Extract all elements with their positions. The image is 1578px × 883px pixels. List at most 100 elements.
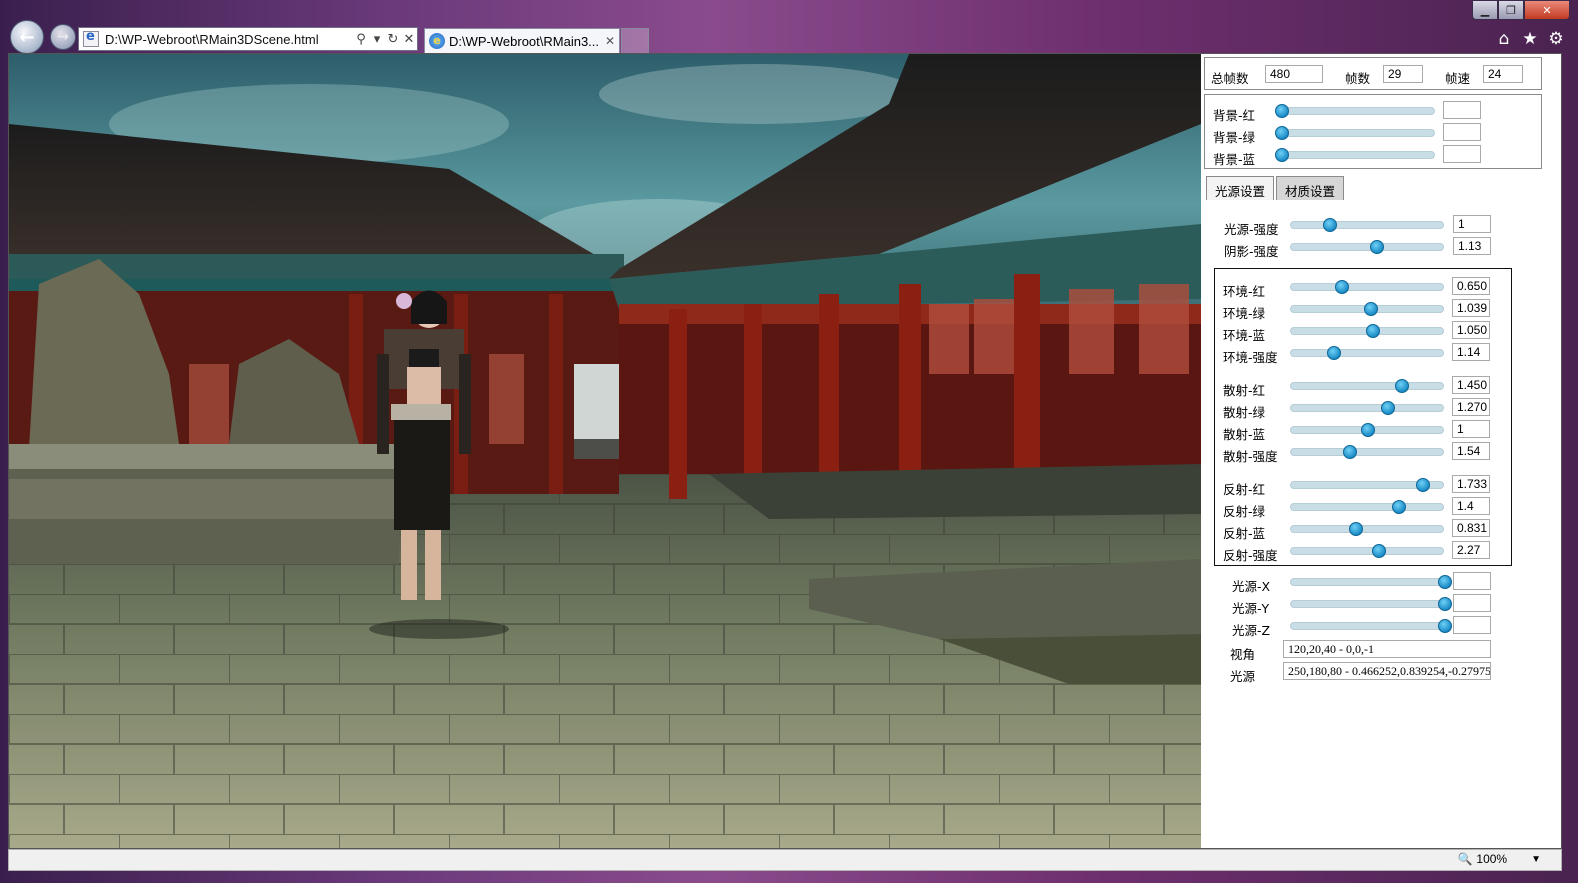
- search-icon[interactable]: ⚲: [353, 32, 369, 47]
- slider-value-input[interactable]: 1.54: [1452, 442, 1490, 460]
- slider-track[interactable]: [1290, 218, 1444, 232]
- slider-knob[interactable]: [1275, 148, 1289, 162]
- background-color-box: 背景-红 背景-绿 背景-蓝: [1204, 94, 1542, 169]
- slider-label: 环境-蓝: [1223, 328, 1266, 343]
- slider-knob[interactable]: [1438, 619, 1452, 633]
- chevron-down-icon[interactable]: ▼: [1531, 854, 1541, 865]
- slider-knob[interactable]: [1365, 324, 1380, 338]
- slider-value-input[interactable]: [1443, 123, 1481, 141]
- 3d-scene-viewport[interactable]: [9, 54, 1201, 848]
- slider-value-input[interactable]: [1443, 101, 1481, 119]
- slider-value-input[interactable]: 1.050: [1452, 321, 1490, 339]
- slider-track[interactable]: [1290, 280, 1444, 294]
- tab-light-settings[interactable]: 光源设置: [1206, 176, 1275, 200]
- slider-track[interactable]: [1290, 597, 1452, 611]
- slider-value-input[interactable]: 1.450: [1452, 376, 1490, 394]
- close-icon[interactable]: ✕: [401, 32, 417, 47]
- slider-value-input[interactable]: [1453, 594, 1491, 612]
- forward-button[interactable]: →: [50, 24, 76, 50]
- slider-knob[interactable]: [1371, 544, 1386, 558]
- view-input[interactable]: 120,20,40 - 0,0,-1: [1283, 640, 1491, 658]
- slider-track[interactable]: [1290, 575, 1452, 589]
- source-input[interactable]: 250,180,80 - 0.466252,0.839254,-0.27975: [1283, 662, 1491, 680]
- slider-track[interactable]: [1290, 346, 1444, 360]
- slider-value-input[interactable]: 1.13: [1453, 237, 1491, 255]
- slider-value-input[interactable]: 1.270: [1452, 398, 1490, 416]
- slider-value-input[interactable]: 1: [1453, 215, 1491, 233]
- slider-knob[interactable]: [1361, 423, 1375, 437]
- slider-track[interactable]: [1290, 423, 1444, 437]
- minimize-button[interactable]: ▁: [1472, 0, 1498, 20]
- frame-input[interactable]: 29: [1383, 65, 1423, 83]
- slider-knob[interactable]: [1275, 126, 1289, 140]
- refresh-icon[interactable]: ↻: [385, 32, 401, 47]
- slider-track[interactable]: [1290, 619, 1452, 633]
- forward-arrow-icon: →: [57, 29, 69, 45]
- slider-knob[interactable]: [1275, 104, 1289, 118]
- slider-value-input[interactable]: 1.733: [1452, 475, 1490, 493]
- new-tab-button[interactable]: [621, 28, 649, 53]
- slider-track[interactable]: [1290, 324, 1444, 338]
- slider-label: 光源-X: [1232, 579, 1271, 594]
- slider-value-input[interactable]: 2.27: [1452, 541, 1490, 559]
- slider-knob[interactable]: [1322, 218, 1337, 232]
- slider-value-input[interactable]: 1.039: [1452, 299, 1490, 317]
- slider-track[interactable]: [1290, 544, 1444, 558]
- slider-value-input[interactable]: 0.650: [1452, 277, 1490, 295]
- slider-knob[interactable]: [1438, 597, 1452, 611]
- slider-label: 环境-红: [1223, 284, 1266, 299]
- slider-knob[interactable]: [1381, 401, 1396, 415]
- slider-track[interactable]: [1275, 104, 1435, 118]
- slider-value-input[interactable]: 1.14: [1452, 343, 1490, 361]
- slider-value-input[interactable]: 1: [1452, 420, 1490, 438]
- page-content: 总帧数 480 帧数 29 帧速 24 背景-红 背景-绿 背景-蓝 光源设置 材质…: [8, 53, 1562, 849]
- slider-track[interactable]: [1290, 478, 1444, 492]
- slider-value-input[interactable]: [1453, 616, 1491, 634]
- dropdown-icon[interactable]: ▾: [369, 32, 385, 47]
- slider-value-input[interactable]: 0.831: [1452, 519, 1490, 537]
- slider-value-input[interactable]: 1.4: [1452, 497, 1490, 515]
- tab-close-icon[interactable]: ✕: [605, 34, 619, 48]
- slider-track[interactable]: [1290, 240, 1444, 254]
- maximize-button[interactable]: ❐: [1498, 0, 1524, 20]
- zoom-control[interactable]: 🔍 100% ▼: [1457, 852, 1541, 866]
- source-label: 光源: [1230, 669, 1256, 684]
- slider-knob[interactable]: [1391, 500, 1406, 514]
- slider-track[interactable]: [1290, 500, 1444, 514]
- page-icon: [83, 29, 99, 47]
- slider-knob[interactable]: [1416, 478, 1431, 492]
- slider-value-input[interactable]: [1443, 145, 1481, 163]
- address-url[interactable]: D:\WP-Webroot\RMain3DScene.html: [105, 32, 353, 47]
- gear-icon[interactable]: ⚙: [1548, 29, 1564, 49]
- slider-track[interactable]: [1290, 379, 1444, 393]
- light-components-box: 环境-红 0.650 环境-绿 1.039 环境-蓝 1.050 环境-强度 1.14 散射-红…: [1214, 268, 1512, 566]
- slider-knob[interactable]: [1370, 240, 1385, 254]
- slider-label: 光源-Z: [1232, 623, 1271, 638]
- slider-knob[interactable]: [1334, 280, 1349, 294]
- back-button[interactable]: ←: [10, 20, 44, 54]
- slider-knob[interactable]: [1327, 346, 1342, 360]
- slider-label: 阴影-强度: [1224, 244, 1279, 259]
- browser-titlebar: ▁ ❐ ✕ ← → D:\WP-Webroot\RMain3DScene.htm…: [0, 0, 1578, 56]
- slider-knob[interactable]: [1394, 379, 1409, 393]
- tab-material-settings[interactable]: 材质设置: [1276, 176, 1345, 200]
- slider-track[interactable]: [1290, 302, 1444, 316]
- slider-value-input[interactable]: [1453, 572, 1491, 590]
- star-icon[interactable]: ★: [1522, 29, 1538, 49]
- address-bar[interactable]: D:\WP-Webroot\RMain3DScene.html ⚲ ▾ ↻ ✕: [78, 27, 418, 51]
- home-icon[interactable]: ⌂: [1496, 29, 1512, 49]
- slider-knob[interactable]: [1364, 302, 1379, 316]
- slider-track[interactable]: [1275, 148, 1435, 162]
- slider-track[interactable]: [1290, 445, 1444, 459]
- slider-knob[interactable]: [1348, 522, 1363, 536]
- slider-label: 散射-红: [1223, 383, 1266, 398]
- slider-track[interactable]: [1275, 126, 1435, 140]
- frame-rate-input[interactable]: 24: [1483, 65, 1523, 83]
- close-window-button[interactable]: ✕: [1524, 0, 1570, 20]
- slider-track[interactable]: [1290, 401, 1444, 415]
- browser-tab[interactable]: e D:\WP-Webroot\RMain3... ✕: [424, 28, 620, 53]
- slider-knob[interactable]: [1438, 575, 1452, 589]
- slider-knob[interactable]: [1342, 445, 1357, 459]
- slider-track[interactable]: [1290, 522, 1444, 536]
- total-frames-input[interactable]: 480: [1265, 65, 1323, 83]
